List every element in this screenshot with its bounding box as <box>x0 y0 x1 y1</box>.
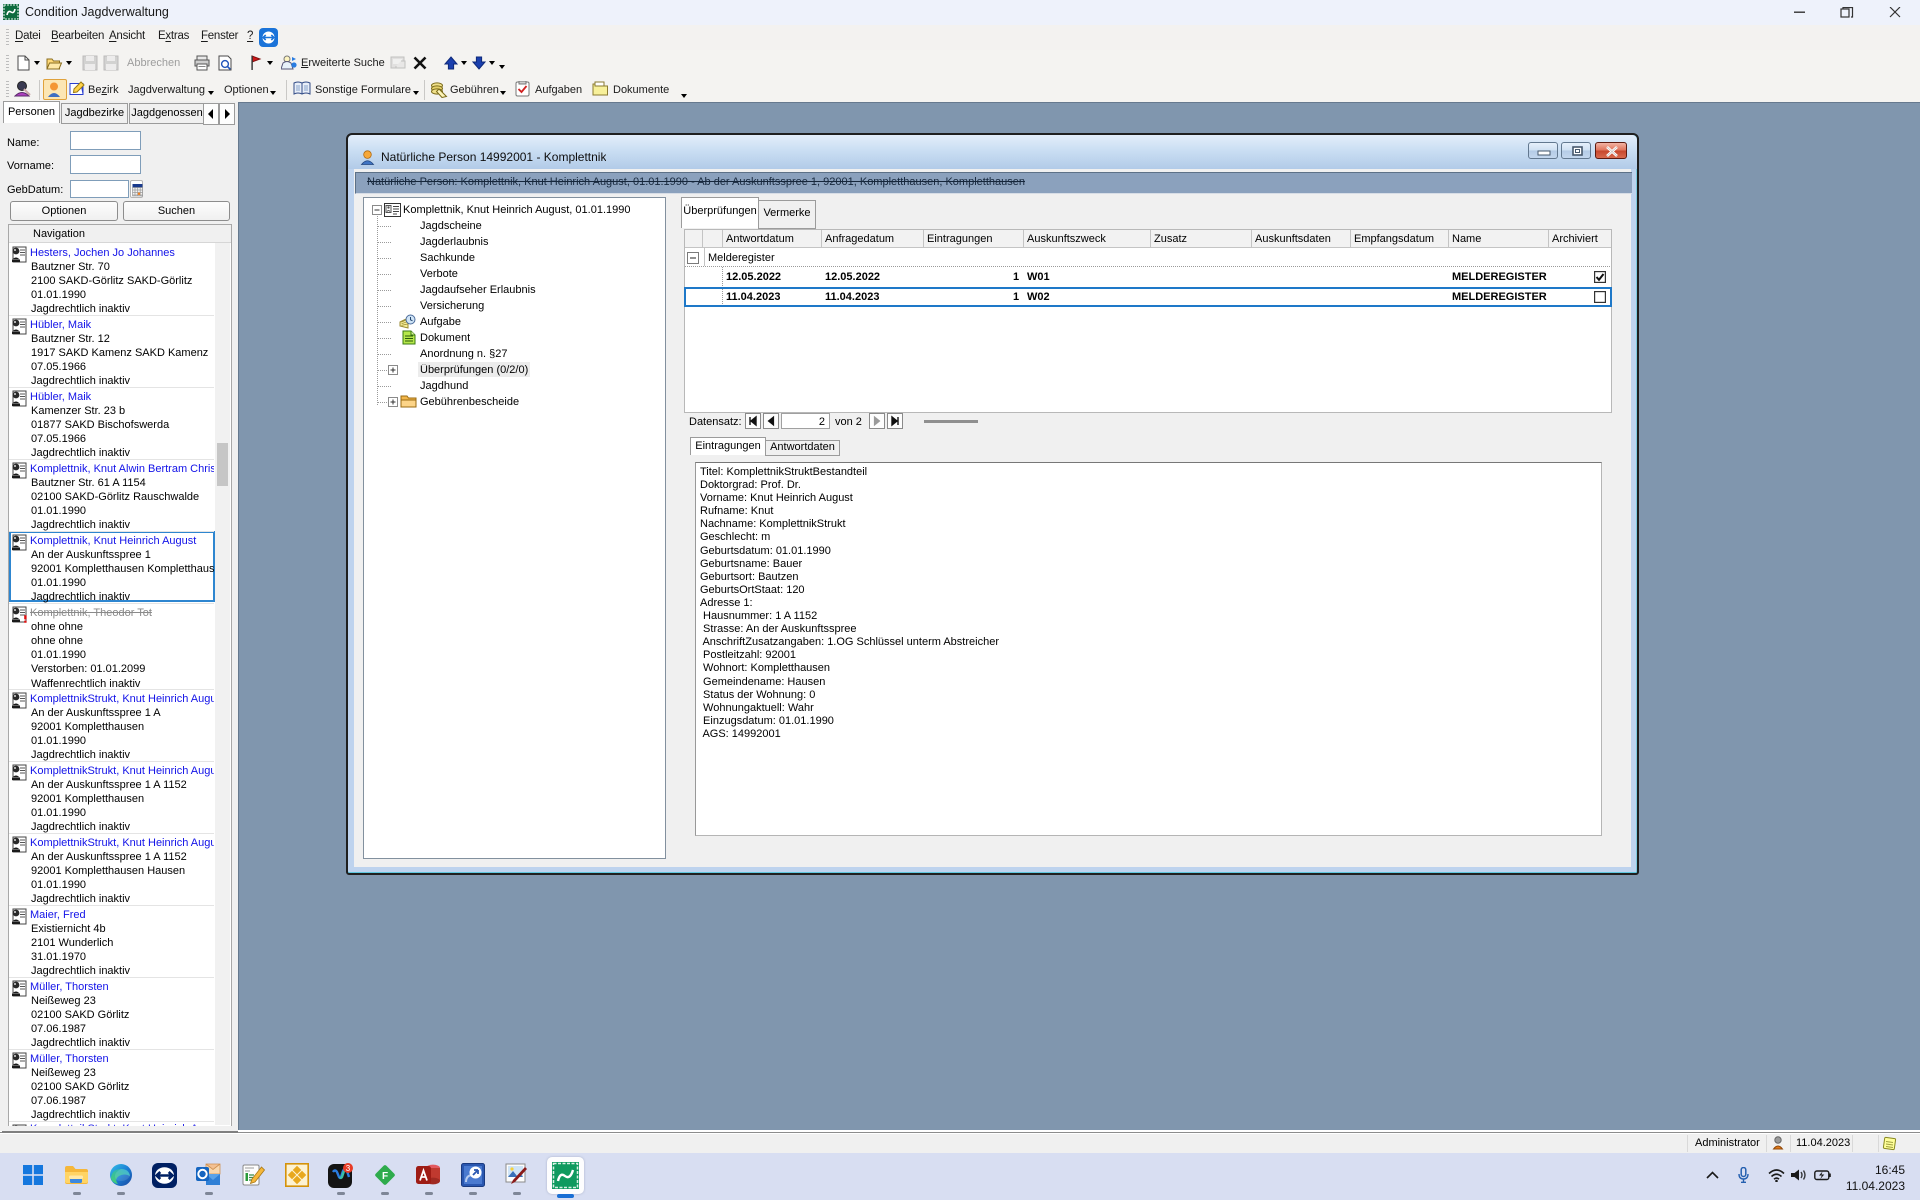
svg-text:3: 3 <box>346 1164 351 1173</box>
svg-text:F: F <box>382 1171 388 1182</box>
